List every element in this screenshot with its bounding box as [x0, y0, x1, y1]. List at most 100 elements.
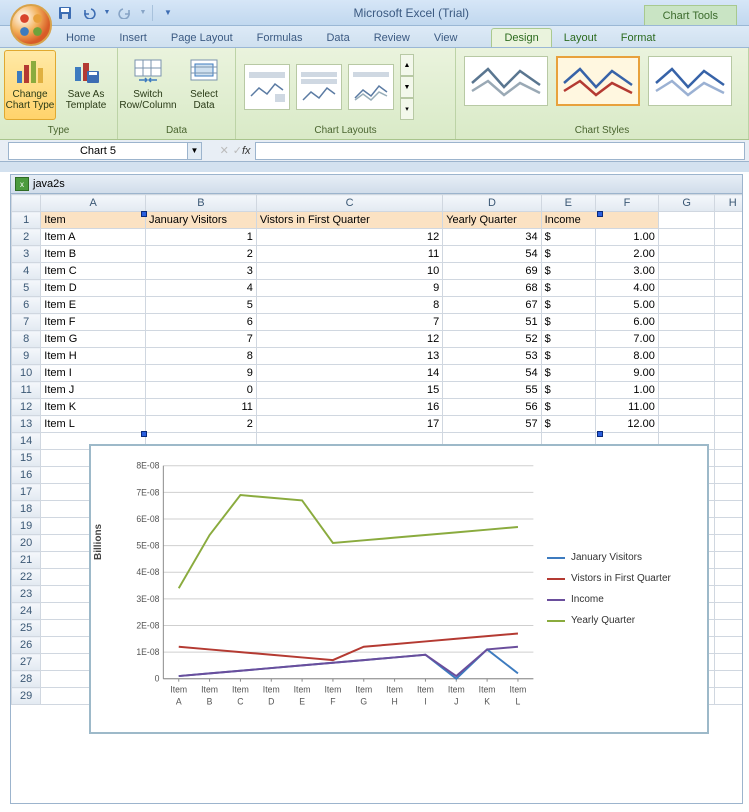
- cell[interactable]: $: [541, 382, 595, 399]
- row-header[interactable]: 22: [12, 569, 41, 586]
- row-header[interactable]: 29: [12, 688, 41, 705]
- row-header[interactable]: 20: [12, 535, 41, 552]
- cell[interactable]: 7.00: [596, 331, 659, 348]
- column-header-E[interactable]: E: [541, 195, 595, 212]
- cell[interactable]: Item C: [41, 263, 146, 280]
- tab-page-layout[interactable]: Page Layout: [159, 29, 245, 47]
- cell[interactable]: Item B: [41, 246, 146, 263]
- cell[interactable]: Item J: [41, 382, 146, 399]
- cell[interactable]: $: [541, 399, 595, 416]
- chart-style-2[interactable]: [556, 56, 640, 106]
- cell[interactable]: 11: [145, 399, 256, 416]
- chart-layout-1[interactable]: [244, 64, 290, 110]
- cell[interactable]: Item E: [41, 297, 146, 314]
- column-header-G[interactable]: G: [658, 195, 715, 212]
- save-icon[interactable]: [54, 3, 76, 23]
- cell[interactable]: 11.00: [596, 399, 659, 416]
- row-header[interactable]: 10: [12, 365, 41, 382]
- row-header[interactable]: 6: [12, 297, 41, 314]
- row-header[interactable]: 18: [12, 501, 41, 518]
- selection-handle[interactable]: [141, 431, 147, 437]
- tab-design[interactable]: Design: [491, 28, 551, 47]
- cell[interactable]: Item D: [41, 280, 146, 297]
- row-header[interactable]: 11: [12, 382, 41, 399]
- cell[interactable]: 1.00: [596, 229, 659, 246]
- row-header[interactable]: 24: [12, 603, 41, 620]
- cell[interactable]: 52: [443, 331, 541, 348]
- cell[interactable]: $: [541, 331, 595, 348]
- cell[interactable]: 69: [443, 263, 541, 280]
- selection-handle[interactable]: [141, 211, 147, 217]
- cell[interactable]: $: [541, 246, 595, 263]
- cell[interactable]: 13: [256, 348, 442, 365]
- tab-home[interactable]: Home: [54, 29, 107, 47]
- cell[interactable]: 5: [145, 297, 256, 314]
- cell[interactable]: 16: [256, 399, 442, 416]
- cell[interactable]: 67: [443, 297, 541, 314]
- cell[interactable]: 4.00: [596, 280, 659, 297]
- chart-layout-2[interactable]: [296, 64, 342, 110]
- cell[interactable]: Item K: [41, 399, 146, 416]
- cell[interactable]: 3.00: [596, 263, 659, 280]
- formula-input[interactable]: [255, 142, 745, 160]
- undo-more-icon[interactable]: ▼: [102, 3, 112, 23]
- cell[interactable]: 4: [145, 280, 256, 297]
- row-header[interactable]: 16: [12, 467, 41, 484]
- column-header-B[interactable]: B: [145, 195, 256, 212]
- cell[interactable]: 9.00: [596, 365, 659, 382]
- row-header[interactable]: 1: [12, 212, 41, 229]
- cell[interactable]: Item A: [41, 229, 146, 246]
- cell[interactable]: 9: [145, 365, 256, 382]
- change-chart-type-button[interactable]: Change Chart Type: [4, 50, 56, 120]
- chart-layout-gallery-more[interactable]: ▲▼▾: [400, 54, 414, 120]
- cell[interactable]: 8.00: [596, 348, 659, 365]
- row-header[interactable]: 17: [12, 484, 41, 501]
- cell[interactable]: $: [541, 348, 595, 365]
- column-header-A[interactable]: A: [41, 195, 146, 212]
- cell[interactable]: $: [541, 297, 595, 314]
- cell[interactable]: 57: [443, 416, 541, 433]
- selection-handle[interactable]: [597, 431, 603, 437]
- cell[interactable]: 7: [145, 331, 256, 348]
- cell[interactable]: $: [541, 280, 595, 297]
- select-data-button[interactable]: Select Data: [178, 50, 230, 120]
- switch-row-column-button[interactable]: Switch Row/Column: [122, 50, 174, 120]
- chart-layout-3[interactable]: [348, 64, 394, 110]
- cell[interactable]: Item I: [41, 365, 146, 382]
- cell[interactable]: 12: [256, 229, 442, 246]
- column-header-C[interactable]: C: [256, 195, 442, 212]
- cell[interactable]: 15: [256, 382, 442, 399]
- cell[interactable]: 11: [256, 246, 442, 263]
- cell[interactable]: 6: [145, 314, 256, 331]
- cell[interactable]: 14: [256, 365, 442, 382]
- cell[interactable]: 54: [443, 246, 541, 263]
- cell[interactable]: Vistors in First Quarter: [256, 212, 442, 229]
- row-header[interactable]: 21: [12, 552, 41, 569]
- cell[interactable]: Item F: [41, 314, 146, 331]
- row-header[interactable]: 25: [12, 620, 41, 637]
- cell[interactable]: 17: [256, 416, 442, 433]
- cell[interactable]: 0: [145, 382, 256, 399]
- save-as-template-button[interactable]: Save As Template: [60, 50, 112, 120]
- cell[interactable]: 51: [443, 314, 541, 331]
- selection-handle[interactable]: [597, 211, 603, 217]
- row-header[interactable]: 26: [12, 637, 41, 654]
- name-box[interactable]: Chart 5: [8, 142, 188, 160]
- cell[interactable]: 1.00: [596, 382, 659, 399]
- column-header-H[interactable]: H: [715, 195, 743, 212]
- cell[interactable]: January Visitors: [145, 212, 256, 229]
- cell[interactable]: Item: [41, 212, 146, 229]
- row-header[interactable]: 28: [12, 671, 41, 688]
- undo-icon[interactable]: [78, 3, 100, 23]
- row-header[interactable]: 4: [12, 263, 41, 280]
- row-header[interactable]: 12: [12, 399, 41, 416]
- cell[interactable]: 56: [443, 399, 541, 416]
- cell[interactable]: 9: [256, 280, 442, 297]
- cell[interactable]: 3: [145, 263, 256, 280]
- cell[interactable]: $: [541, 416, 595, 433]
- cell[interactable]: Item G: [41, 331, 146, 348]
- cell[interactable]: 54: [443, 365, 541, 382]
- cell[interactable]: 34: [443, 229, 541, 246]
- row-header[interactable]: 13: [12, 416, 41, 433]
- cell[interactable]: 53: [443, 348, 541, 365]
